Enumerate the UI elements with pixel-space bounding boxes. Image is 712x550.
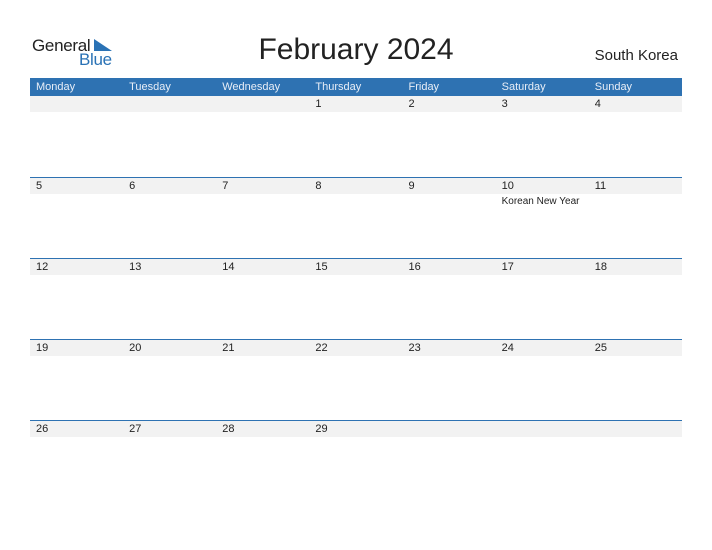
day-number: 2 — [408, 98, 415, 110]
day-event — [403, 437, 496, 439]
day-event — [216, 275, 309, 277]
day-event — [216, 356, 309, 358]
day-event — [589, 356, 682, 358]
day-number: 23 — [408, 342, 421, 354]
weekday-wednesday: Wednesday — [222, 81, 281, 93]
day-number: 10 — [501, 180, 514, 192]
day-event — [309, 356, 402, 358]
day-number — [589, 421, 682, 437]
weekday-tuesday: Tuesday — [129, 81, 171, 93]
day-number: 22 — [315, 342, 328, 354]
date-strip: 19 20 21 22 23 24 25 — [30, 340, 682, 356]
day-event — [403, 112, 496, 114]
weekday-friday: Friday — [408, 81, 440, 93]
day-event — [589, 112, 682, 114]
day-event — [496, 356, 589, 358]
week-row: 1 2 3 4 — [30, 96, 682, 177]
day-event — [123, 112, 216, 114]
day-number: 7 — [222, 180, 229, 192]
day-number: 9 — [408, 180, 415, 192]
day-event — [403, 356, 496, 358]
day-number — [496, 421, 589, 437]
day-number: 29 — [315, 423, 328, 435]
day-event — [123, 194, 216, 207]
day-number: 14 — [222, 261, 235, 273]
day-event — [496, 275, 589, 277]
day-number: 28 — [222, 423, 235, 435]
day-event — [496, 112, 589, 114]
day-event — [216, 194, 309, 207]
day-event — [589, 275, 682, 277]
date-strip: 12 13 14 15 16 17 18 — [30, 259, 682, 275]
weekday-thursday: Thursday — [315, 81, 362, 93]
day-event — [30, 437, 123, 439]
day-number: 6 — [129, 180, 136, 192]
day-event — [123, 356, 216, 358]
day-event — [589, 437, 682, 439]
day-number: 20 — [129, 342, 142, 354]
day-number: 27 — [129, 423, 142, 435]
day-number: 26 — [36, 423, 49, 435]
day-number — [30, 96, 123, 112]
day-number — [216, 96, 309, 112]
day-event — [589, 194, 682, 207]
day-number: 19 — [36, 342, 49, 354]
day-event — [403, 194, 496, 207]
day-event — [403, 275, 496, 277]
day-event — [309, 194, 402, 207]
week-row: 26 27 28 29 — [30, 420, 682, 501]
day-number: 21 — [222, 342, 235, 354]
day-event — [309, 437, 402, 439]
weekday-monday: Monday — [36, 81, 76, 93]
weekday-saturday: Saturday — [501, 81, 546, 93]
day-number: 3 — [501, 98, 508, 110]
day-event — [309, 112, 402, 114]
day-number: 15 — [315, 261, 328, 273]
date-strip: 5 6 7 8 9 10 11 — [30, 178, 682, 194]
weekday-sunday: Sunday — [594, 81, 633, 93]
country-label: South Korea — [594, 47, 678, 64]
day-event — [216, 437, 309, 439]
day-event — [123, 275, 216, 277]
day-event — [216, 112, 309, 114]
events-row — [30, 275, 682, 277]
date-strip: 1 2 3 4 — [30, 96, 682, 112]
day-number: 4 — [594, 98, 601, 110]
day-number: 8 — [315, 180, 322, 192]
day-number: 16 — [408, 261, 421, 273]
day-number: 1 — [315, 98, 322, 110]
day-event: Korean New Year — [501, 196, 580, 207]
day-event — [496, 437, 589, 439]
day-number: 12 — [36, 261, 49, 273]
day-event — [30, 194, 123, 207]
date-strip: 26 27 28 29 — [30, 421, 682, 437]
events-row: Korean New Year — [30, 194, 682, 207]
day-number: 18 — [594, 261, 607, 273]
day-number: 17 — [501, 261, 514, 273]
events-row — [30, 356, 682, 358]
weekday-header: Monday Tuesday Wednesday Thursday Friday Satu… — [30, 78, 682, 96]
weeks-container: 1 2 3 4 5 6 7 8 9 10 11 Korean New Year 12 13 14 15 16 17… — [30, 96, 682, 501]
day-number — [123, 96, 216, 112]
day-event — [123, 437, 216, 439]
day-number: 5 — [36, 180, 43, 192]
day-number — [403, 421, 496, 437]
calendar-grid: Monday Tuesday Wednesday Thursday Friday Satu… — [30, 78, 682, 501]
day-number: 25 — [594, 342, 607, 354]
day-event — [30, 275, 123, 277]
day-number: 24 — [501, 342, 514, 354]
day-event — [30, 112, 123, 114]
day-number: 13 — [129, 261, 142, 273]
week-row: 19 20 21 22 23 24 25 — [30, 339, 682, 420]
events-row — [30, 112, 682, 114]
events-row — [30, 437, 682, 439]
week-row: 12 13 14 15 16 17 18 — [30, 258, 682, 339]
day-event — [309, 275, 402, 277]
day-number: 11 — [594, 180, 607, 192]
day-event — [30, 356, 123, 358]
week-row: 5 6 7 8 9 10 11 Korean New Year — [30, 177, 682, 258]
